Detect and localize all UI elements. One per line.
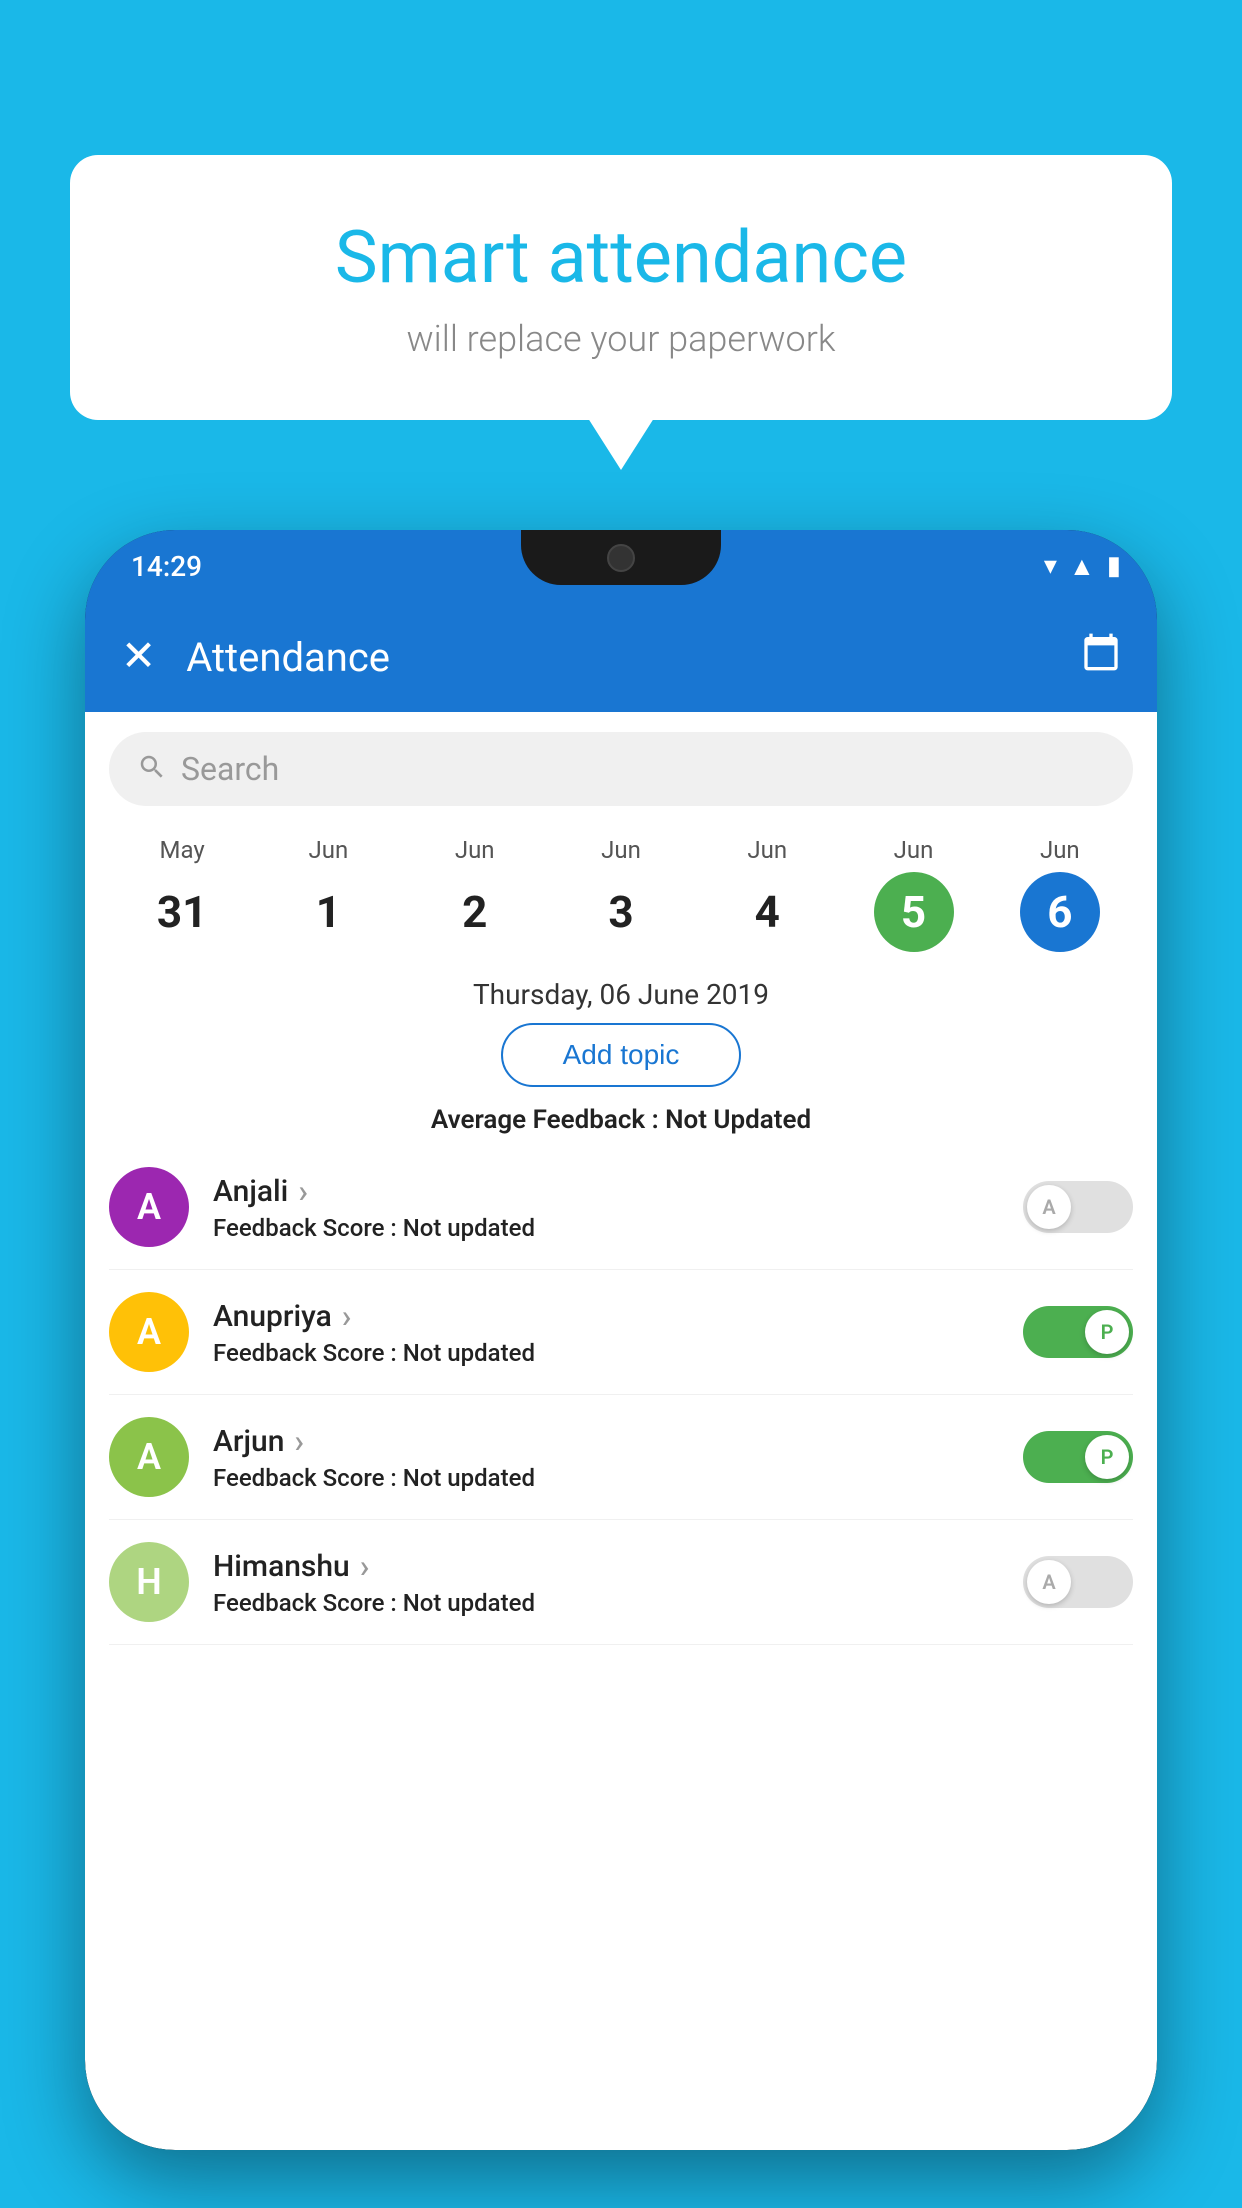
cal-day-5[interactable]: Jun 5 xyxy=(840,836,986,952)
toggle-knob-anupriya: P xyxy=(1085,1310,1129,1354)
student-feedback-himanshu: Feedback Score : Not updated xyxy=(213,1589,999,1617)
avatar-arjun: A xyxy=(109,1417,189,1497)
calendar-icon[interactable] xyxy=(1081,632,1121,682)
search-placeholder: Search xyxy=(181,750,279,788)
toggle-knob-arjun: P xyxy=(1085,1435,1129,1479)
attendance-toggle-anupriya[interactable]: P xyxy=(1023,1306,1133,1358)
phone-notch xyxy=(521,530,721,585)
toggle-knob-anjali: A xyxy=(1027,1185,1071,1229)
student-info-anupriya: Anupriya Feedback Score : Not updated xyxy=(213,1297,999,1367)
cal-day-4[interactable]: Jun 4 xyxy=(694,836,840,952)
app-bar: ✕ Attendance xyxy=(85,602,1157,712)
student-feedback-arjun: Feedback Score : Not updated xyxy=(213,1464,999,1492)
cal-day-2[interactable]: Jun 2 xyxy=(402,836,548,952)
wifi-icon: ▾ xyxy=(1044,551,1057,581)
close-button[interactable]: ✕ xyxy=(121,636,156,678)
status-time: 14:29 xyxy=(131,550,202,583)
student-item-anjali[interactable]: A Anjali Feedback Score : Not updated A xyxy=(109,1145,1133,1270)
student-info-anjali: Anjali Feedback Score : Not updated xyxy=(213,1172,999,1242)
cal-day-6[interactable]: Jun 6 xyxy=(987,836,1133,952)
student-feedback-anupriya: Feedback Score : Not updated xyxy=(213,1339,999,1367)
toggle-knob-himanshu: A xyxy=(1027,1560,1071,1604)
bubble-subtitle: will replace your paperwork xyxy=(150,318,1092,360)
attendance-toggle-anjali[interactable]: A xyxy=(1023,1181,1133,1233)
cal-day-1[interactable]: Jun 1 xyxy=(255,836,401,952)
student-item-arjun[interactable]: A Arjun Feedback Score : Not updated P xyxy=(109,1395,1133,1520)
student-name-anjali: Anjali xyxy=(213,1172,999,1210)
search-bar[interactable]: Search xyxy=(109,732,1133,806)
student-name-anupriya: Anupriya xyxy=(213,1297,999,1335)
attendance-toggle-himanshu[interactable]: A xyxy=(1023,1556,1133,1608)
speech-bubble: Smart attendance will replace your paper… xyxy=(70,155,1172,420)
cal-day-3[interactable]: Jun 3 xyxy=(548,836,694,952)
avatar-himanshu: H xyxy=(109,1542,189,1622)
search-icon xyxy=(137,752,167,786)
speech-bubble-container: Smart attendance will replace your paper… xyxy=(70,155,1172,420)
avatar-anupriya: A xyxy=(109,1292,189,1372)
calendar-strip: May 31 Jun 1 Jun 2 Jun 3 xyxy=(85,816,1157,962)
student-item-himanshu[interactable]: H Himanshu Feedback Score : Not updated … xyxy=(109,1520,1133,1645)
student-info-himanshu: Himanshu Feedback Score : Not updated xyxy=(213,1547,999,1617)
avatar-anjali: A xyxy=(109,1167,189,1247)
camera-dot xyxy=(607,544,635,572)
student-name-himanshu: Himanshu xyxy=(213,1547,999,1585)
signal-icon: ▲ xyxy=(1069,551,1095,582)
bubble-title: Smart attendance xyxy=(150,215,1092,300)
add-topic-button[interactable]: Add topic xyxy=(501,1023,742,1087)
student-info-arjun: Arjun Feedback Score : Not updated xyxy=(213,1422,999,1492)
app-title: Attendance xyxy=(186,634,1081,681)
student-name-arjun: Arjun xyxy=(213,1422,999,1460)
student-list: A Anjali Feedback Score : Not updated A xyxy=(85,1145,1157,1645)
battery-icon: ▮ xyxy=(1107,551,1121,581)
selected-date-label: Thursday, 06 June 2019 xyxy=(85,962,1157,1023)
cal-day-0[interactable]: May 31 xyxy=(109,836,255,952)
student-item-anupriya[interactable]: A Anupriya Feedback Score : Not updated … xyxy=(109,1270,1133,1395)
student-feedback-anjali: Feedback Score : Not updated xyxy=(213,1214,999,1242)
phone-content: Search May 31 Jun 1 Jun 2 xyxy=(85,712,1157,2150)
phone-container: 14:29 ▾ ▲ ▮ ✕ Attendance xyxy=(85,530,1157,2208)
avg-feedback: Average Feedback : Not Updated xyxy=(85,1087,1157,1145)
phone-frame: 14:29 ▾ ▲ ▮ ✕ Attendance xyxy=(85,530,1157,2150)
attendance-toggle-arjun[interactable]: P xyxy=(1023,1431,1133,1483)
status-icons: ▾ ▲ ▮ xyxy=(1044,551,1121,582)
